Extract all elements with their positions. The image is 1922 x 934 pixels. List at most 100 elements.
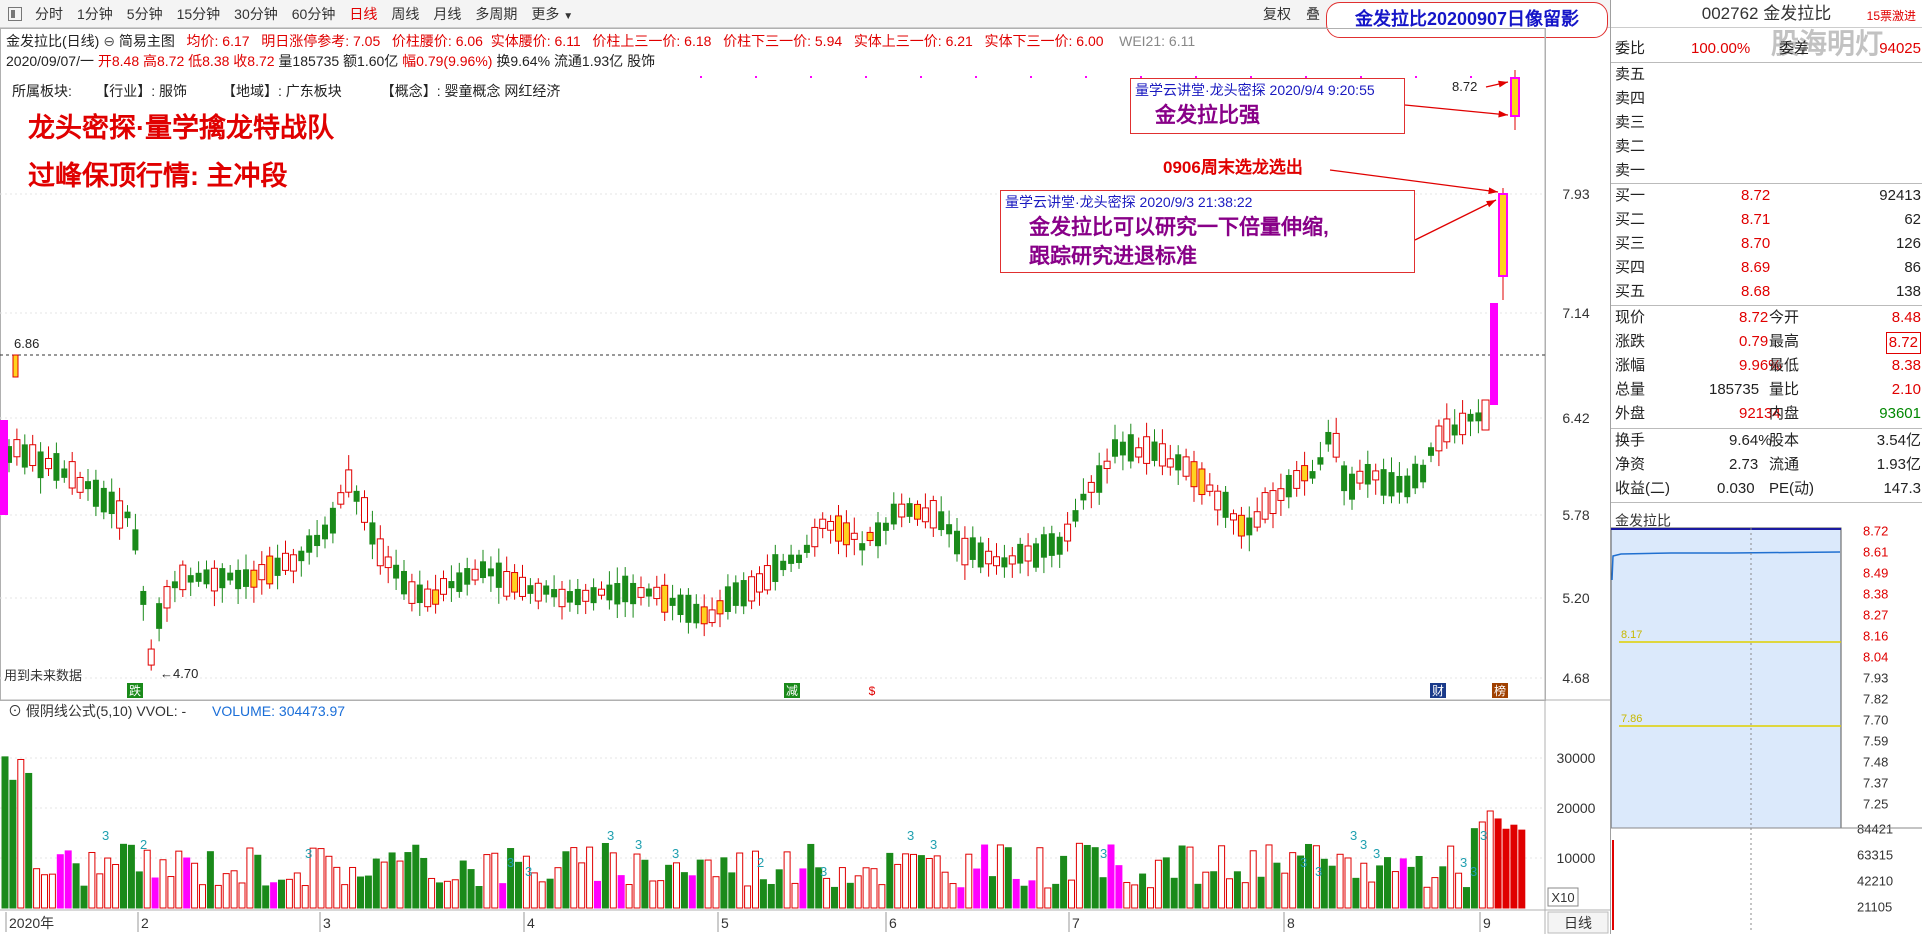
more-menu[interactable]: 更多 ▼	[524, 0, 580, 28]
month-label: 4	[527, 915, 535, 931]
candle-body	[1481, 399, 1490, 431]
candle-body	[614, 583, 621, 605]
period-tab[interactable]: 多周期	[468, 0, 524, 28]
month-label: 8	[1287, 915, 1295, 931]
overlay-button[interactable]: 叠	[1306, 0, 1320, 28]
volume-bar	[33, 868, 41, 909]
panel-toggle-icon[interactable]	[8, 6, 22, 21]
mini-price-label: 7.59	[1863, 733, 1888, 748]
volume-bar	[791, 882, 799, 909]
candle-body	[393, 564, 400, 579]
candle-body	[1135, 447, 1143, 458]
candle-body	[274, 557, 281, 576]
volume-bar	[1107, 844, 1115, 909]
volume-bar	[357, 876, 364, 909]
candle-body	[227, 572, 234, 581]
period-tab[interactable]: 60分钟	[285, 0, 343, 28]
candle-body	[432, 589, 440, 605]
buy-level-label: 买五	[1615, 283, 1646, 300]
candle-body	[1261, 492, 1269, 520]
mark-price-label: 6.86	[14, 336, 39, 351]
candle-body	[203, 569, 210, 585]
volume-bar	[483, 854, 491, 909]
vol-axis-label: 30000	[1557, 750, 1596, 766]
candle-body	[53, 453, 60, 481]
volume-bar	[696, 859, 704, 909]
quote-row: 买三 8.70 126	[1611, 232, 1922, 256]
buy-level-volume: 86	[1904, 259, 1921, 276]
candle-body	[993, 556, 1000, 567]
candle-body	[250, 569, 258, 588]
volume-bar	[238, 882, 246, 909]
volume-bar	[902, 853, 910, 909]
candle-body	[13, 439, 21, 458]
month-label: 2020年	[9, 915, 54, 931]
vol-tag: 3	[102, 828, 109, 843]
period-tab[interactable]: 分时	[28, 0, 70, 28]
fuquan-button[interactable]: 复权	[1263, 0, 1291, 28]
period-tab[interactable]: 30分钟	[227, 0, 285, 28]
price-axis-label: 7.14	[1562, 305, 1589, 321]
candle-body	[1103, 460, 1111, 470]
volume-bar	[1439, 866, 1447, 909]
volume-bar	[1052, 883, 1060, 909]
candle-body	[1048, 533, 1055, 556]
price-axis-label: 5.20	[1562, 590, 1589, 606]
volume-bar	[1518, 829, 1526, 909]
volume-bar	[151, 877, 159, 909]
signal-dot	[1030, 76, 1032, 78]
candle-body	[1420, 464, 1427, 483]
mini-price-label: 8.16	[1863, 628, 1888, 643]
volume-bar	[744, 885, 752, 909]
volume-bar	[1218, 845, 1226, 909]
volume-bar	[649, 880, 657, 909]
vol-unit: X10	[1551, 890, 1574, 905]
period-tab[interactable]: 15分钟	[170, 0, 228, 28]
mini-price-label: 8.04	[1863, 649, 1888, 664]
candle-body	[1293, 470, 1301, 489]
stat-value: 2.10	[1891, 381, 1921, 398]
candle-body	[756, 573, 763, 593]
price-axis-label: 5.78	[1562, 507, 1589, 523]
intraday-mini-chart[interactable]: 金发拉比 8.17 7.86 8.72 8.61 8.49 8.38 8.27 8.16 8.04…	[1611, 510, 1922, 930]
vol-tag: 3	[305, 846, 312, 861]
mini-price-label: 8.61	[1863, 544, 1888, 559]
vol-tag: 3	[635, 837, 642, 852]
quote-row: 换手 9.64% 股本 3.54亿	[1611, 429, 1922, 453]
volume-bar	[380, 861, 388, 909]
period-tab[interactable]: 5分钟	[120, 0, 170, 28]
volume-bar	[333, 866, 341, 909]
buy-level-label: 买四	[1615, 259, 1646, 276]
stat-value: 0.030	[1717, 480, 1755, 497]
period-tab[interactable]: 月线	[426, 0, 468, 28]
candle-body	[235, 569, 242, 590]
quote-row: 卖一	[1611, 159, 1922, 183]
period-tab-daily[interactable]: 日线	[342, 0, 384, 28]
candle-body	[306, 535, 313, 553]
period-tab[interactable]: 周线	[384, 0, 426, 28]
mini-title: 金发拉比	[1615, 512, 1671, 528]
volume-bar	[372, 858, 380, 909]
volume-bar	[720, 857, 728, 909]
volume-bar	[396, 860, 404, 909]
period-tab[interactable]: 1分钟	[70, 0, 120, 28]
mini-price-label: 7.48	[1863, 754, 1888, 769]
candle-body	[842, 522, 850, 546]
note-1-header: 量学云讲堂·龙头密探 2020/9/4 9:20:55	[1135, 82, 1375, 98]
note-box-1: 量学云讲堂·龙头密探 2020/9/4 9:20:55 金发拉比强	[1130, 78, 1405, 134]
candle-body	[29, 444, 37, 467]
volume-bar	[80, 885, 88, 909]
candle-body	[337, 492, 345, 505]
stat-value: 8.48	[1891, 309, 1921, 326]
signal-dot	[1415, 76, 1417, 78]
mini-volume-label: 63315	[1857, 847, 1893, 862]
candle-body	[140, 590, 147, 605]
candle-body	[1175, 454, 1182, 471]
volume-bar	[120, 843, 127, 909]
quote-row: 卖三	[1611, 111, 1922, 135]
mini-volume-label: 42210	[1857, 873, 1893, 888]
candle-body	[1428, 447, 1434, 456]
candle-body	[763, 565, 771, 591]
volume-bar	[989, 876, 996, 909]
candle-body	[1412, 463, 1419, 489]
